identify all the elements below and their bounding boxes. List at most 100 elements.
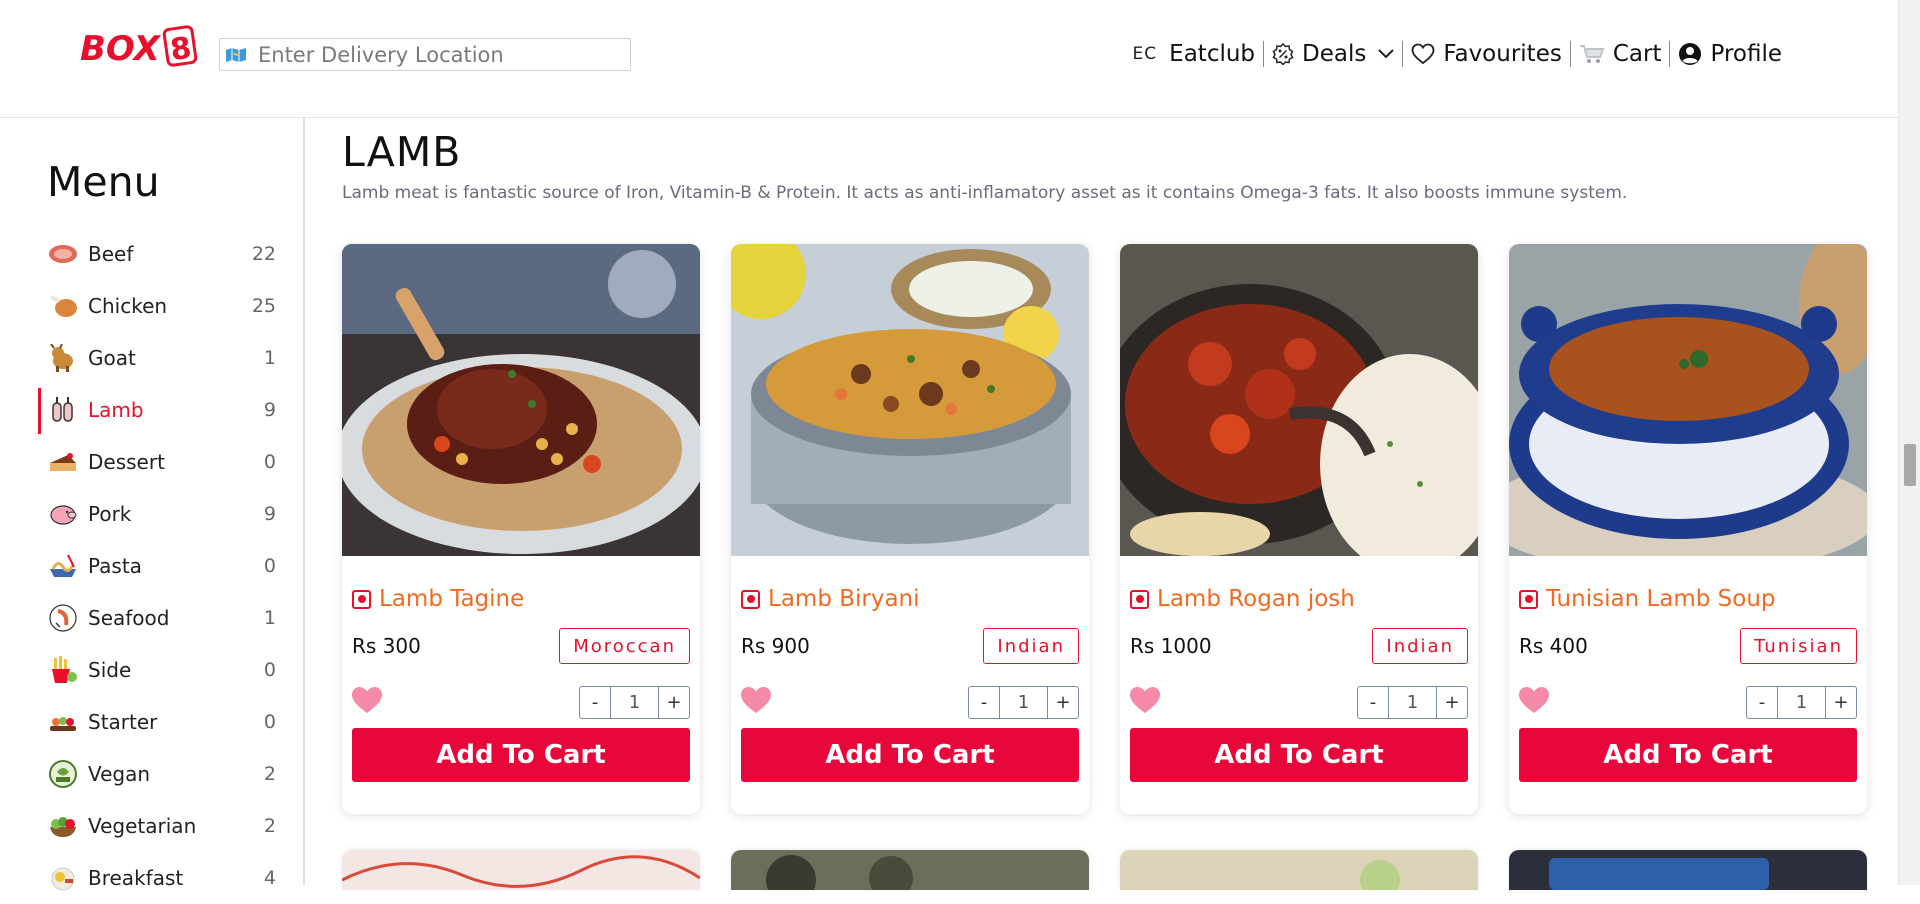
sidebar-item-count: 1 — [263, 347, 276, 369]
cuisine-tag: Indian — [1372, 628, 1468, 664]
sidebar-item-count: 1 — [263, 607, 276, 629]
nav-profile-label: Profile — [1710, 41, 1782, 67]
quantity-stepper: - 1 + — [1357, 686, 1468, 719]
lamb-icon — [46, 393, 80, 427]
dish-card-partial[interactable] — [1509, 850, 1867, 890]
nav-favourites[interactable]: Favourites — [1403, 40, 1569, 68]
sidebar-item-pork[interactable]: Pork 9 — [36, 488, 276, 540]
add-to-cart-button[interactable]: Add To Cart — [1519, 728, 1857, 782]
sidebar-item-pasta[interactable]: Pasta 0 — [36, 540, 276, 592]
sidebar-item-vegetarian[interactable]: Vegetarian 2 — [36, 800, 276, 852]
sidebar-item-side[interactable]: Side 0 — [36, 644, 276, 696]
nav-profile[interactable]: Profile — [1670, 40, 1790, 68]
sidebar-item-count: 2 — [263, 815, 276, 837]
sidebar-item-count: 22 — [251, 243, 276, 265]
sidebar-item-label: Beef — [88, 242, 134, 266]
dish-price: Rs 400 — [1519, 634, 1588, 658]
dish-name[interactable]: Lamb Tagine — [379, 586, 524, 612]
sidebar-item-chicken[interactable]: Chicken 25 — [36, 280, 276, 332]
top-header: BOX 8 EC Eatclub — [0, 0, 1898, 118]
sidebar-item-beef[interactable]: Beef 22 — [36, 228, 276, 280]
sidebar-item-count: 0 — [263, 555, 276, 577]
dish-card-partial[interactable] — [1120, 850, 1478, 890]
menu-sidebar: Menu Beef 22 Chicken 25 Goat 1 Lamb 9 Dessert 0 Po… — [0, 118, 305, 891]
decrease-qty-button[interactable]: - — [969, 687, 999, 718]
eatclub-icon: EC — [1132, 44, 1158, 64]
sidebar-item-count: 0 — [263, 659, 276, 681]
dish-name[interactable]: Tunisian Lamb Soup — [1546, 586, 1776, 612]
box8-logo-icon: BOX 8 — [80, 25, 198, 69]
cuisine-tag: Moroccan — [559, 628, 690, 664]
dish-grid: Lamb Tagine Rs 300 Moroccan - 1 + Add To… — [342, 244, 1872, 814]
next-dish-row — [342, 850, 1872, 890]
sidebar-item-vegan[interactable]: Vegan 2 — [36, 748, 276, 800]
sidebar-item-label: Pork — [88, 502, 132, 526]
heart-outline-icon — [1411, 43, 1435, 65]
top-nav: EC Eatclub Deals Favourites Cart Profile — [1125, 36, 1790, 72]
pasta-icon — [46, 549, 80, 583]
dish-card: Tunisian Lamb Soup Rs 400 Tunisian - 1 +… — [1509, 244, 1867, 814]
sidebar-item-label: Dessert — [88, 450, 165, 474]
increase-qty-button[interactable]: + — [659, 687, 689, 718]
dish-card: Lamb Biryani Rs 900 Indian - 1 + Add To … — [731, 244, 1089, 814]
favourite-heart-icon[interactable] — [350, 684, 384, 716]
add-to-cart-button[interactable]: Add To Cart — [352, 728, 690, 782]
section-title: LAMB — [342, 128, 462, 176]
sidebar-item-starter[interactable]: Starter 0 — [36, 696, 276, 748]
sidebar-item-breakfast[interactable]: Breakfast 4 — [36, 852, 276, 904]
dish-card-partial[interactable] — [342, 850, 700, 890]
sidebar-item-count: 0 — [263, 711, 276, 733]
page-scrollbar[interactable] — [1898, 0, 1920, 885]
dish-name[interactable]: Lamb Biryani — [768, 586, 920, 612]
quantity-value: 1 — [610, 687, 659, 718]
favourite-heart-icon[interactable] — [739, 684, 773, 716]
nav-deals-label: Deals — [1302, 41, 1367, 67]
menu-title: Menu — [47, 158, 160, 206]
decrease-qty-button[interactable]: - — [580, 687, 610, 718]
sidebar-item-count: 2 — [263, 763, 276, 785]
dish-card-partial[interactable] — [731, 850, 1089, 890]
decrease-qty-button[interactable]: - — [1747, 687, 1777, 718]
dish-price: Rs 300 — [352, 634, 421, 658]
quantity-stepper: - 1 + — [1746, 686, 1857, 719]
quantity-value: 1 — [999, 687, 1048, 718]
seafood-icon — [46, 601, 80, 635]
add-to-cart-button[interactable]: Add To Cart — [1130, 728, 1468, 782]
nav-cart[interactable]: Cart — [1571, 40, 1670, 68]
scrollbar-thumb[interactable] — [1904, 444, 1916, 486]
delivery-location-field[interactable] — [219, 38, 631, 71]
decrease-qty-button[interactable]: - — [1358, 687, 1388, 718]
sidebar-item-label: Chicken — [88, 294, 168, 318]
nav-eatclub[interactable]: EC Eatclub — [1125, 40, 1263, 68]
steak-icon — [46, 237, 80, 271]
sidebar-item-dessert[interactable]: Dessert 0 — [36, 436, 276, 488]
favourite-heart-icon[interactable] — [1128, 684, 1162, 716]
sidebar-item-lamb[interactable]: Lamb 9 — [36, 384, 276, 436]
sidebar-item-label: Pasta — [88, 554, 142, 578]
dish-price: Rs 900 — [741, 634, 810, 658]
non-veg-mark-icon — [1130, 589, 1149, 609]
brand-logo[interactable]: BOX 8 — [78, 22, 200, 70]
sidebar-item-label: Side — [88, 658, 132, 682]
nav-deals[interactable]: Deals — [1264, 40, 1402, 68]
increase-qty-button[interactable]: + — [1437, 687, 1467, 718]
non-veg-mark-icon — [352, 589, 371, 609]
sidebar-item-goat[interactable]: Goat 1 — [36, 332, 276, 384]
cuisine-tag: Indian — [983, 628, 1079, 664]
quantity-stepper: - 1 + — [579, 686, 690, 719]
dish-name[interactable]: Lamb Rogan josh — [1157, 586, 1355, 612]
sidebar-item-seafood[interactable]: Seafood 1 — [36, 592, 276, 644]
quantity-stepper: - 1 + — [968, 686, 1079, 719]
increase-qty-button[interactable]: + — [1048, 687, 1078, 718]
add-to-cart-button[interactable]: Add To Cart — [741, 728, 1079, 782]
category-list: Beef 22 Chicken 25 Goat 1 Lamb 9 Dessert 0 Pork 9 Pa… — [36, 228, 276, 904]
increase-qty-button[interactable]: + — [1826, 687, 1856, 718]
cake-icon — [46, 445, 80, 479]
sidebar-item-count: 9 — [263, 399, 276, 421]
dish-title-row: Tunisian Lamb Soup — [1519, 586, 1776, 612]
fries-icon — [46, 653, 80, 687]
delivery-location-input[interactable] — [258, 42, 628, 67]
dish-card: Lamb Rogan josh Rs 1000 Indian - 1 + Add… — [1120, 244, 1478, 814]
chicken-leg-icon — [46, 289, 80, 323]
favourite-heart-icon[interactable] — [1517, 684, 1551, 716]
